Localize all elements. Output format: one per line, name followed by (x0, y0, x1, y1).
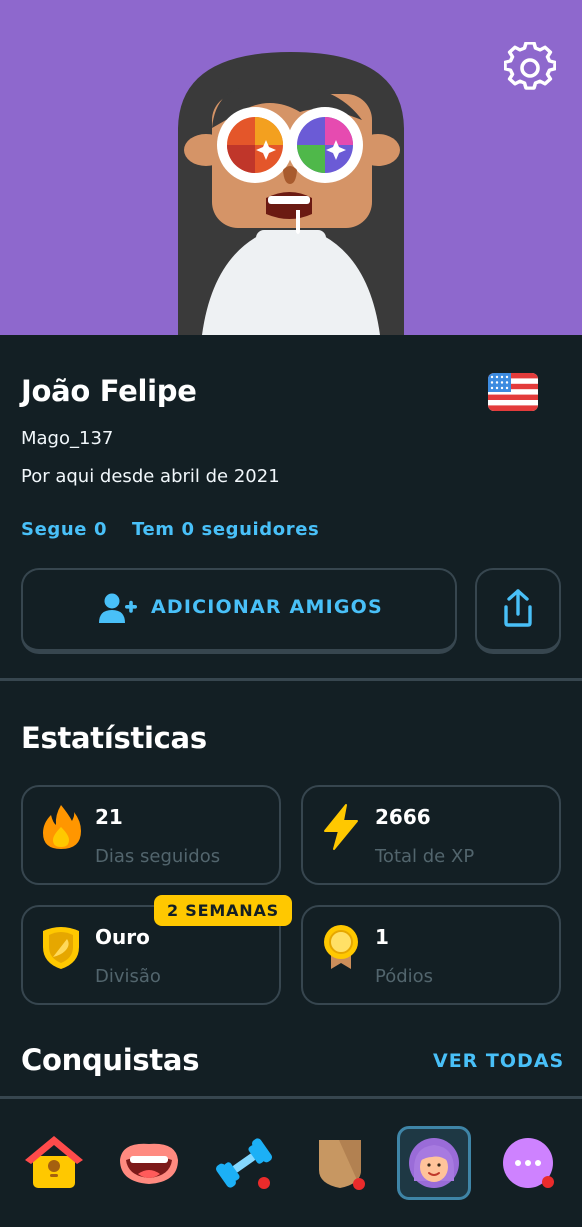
nav-leagues[interactable] (303, 1126, 377, 1200)
shield-icon (319, 1140, 365, 1190)
gold-league-icon (43, 927, 79, 969)
followers-link[interactable]: Tem 0 seguidores (132, 519, 319, 540)
stat-podiums: 1 Pódios (301, 905, 561, 1005)
more-icon (503, 1138, 554, 1188)
add-friends-label: ADICIONAR AMIGOS (151, 596, 383, 618)
stat-xp-value: 2666 (375, 805, 431, 829)
share-button[interactable] (475, 568, 561, 654)
gear-icon (503, 41, 557, 90)
profile-header (0, 0, 582, 335)
nav-more[interactable] (491, 1126, 565, 1200)
stat-podiums-label: Pódios (375, 966, 434, 987)
settings-button[interactable] (503, 41, 557, 94)
stats-title: Estatísticas (21, 721, 207, 755)
joined-date: Por aqui desde abril de 2021 (21, 466, 280, 487)
stat-streak: 21 Dias seguidos (21, 785, 281, 885)
stat-league-label: Divisão (95, 966, 161, 987)
nav-home[interactable] (17, 1126, 91, 1200)
add-friends-button[interactable]: ADICIONAR AMIGOS (21, 568, 457, 654)
share-icon (504, 589, 532, 627)
stat-streak-value: 21 (95, 805, 123, 829)
profile-name: João Felipe (21, 374, 197, 408)
following-link[interactable]: Segue 0 (21, 519, 107, 540)
stat-podiums-value: 1 (375, 925, 389, 949)
medal-icon (324, 925, 358, 969)
see-all-achievements-link[interactable]: VER TODAS (433, 1050, 564, 1072)
birdhouse-icon (25, 1136, 83, 1188)
nav-practice[interactable] (207, 1126, 281, 1200)
avatar-illustration (178, 52, 404, 335)
us-flag-icon[interactable] (488, 373, 538, 411)
dumbbell-icon (215, 1138, 273, 1189)
stat-xp-label: Total de XP (375, 846, 475, 867)
stat-streak-label: Dias seguidos (95, 846, 221, 867)
stat-xp: 2666 Total de XP (301, 785, 561, 885)
flame-icon (43, 805, 81, 849)
nav-speak[interactable] (112, 1126, 186, 1200)
section-divider (0, 678, 582, 681)
bottom-nav (0, 1096, 582, 1227)
mouth-icon (120, 1143, 178, 1184)
nav-profile[interactable] (397, 1126, 471, 1200)
stat-league-value: Ouro (95, 925, 150, 949)
achievements-title: Conquistas (21, 1043, 200, 1077)
league-weeks-badge: 2 SEMANAS (154, 895, 292, 926)
add-user-icon (99, 593, 137, 623)
avatar-icon (409, 1138, 459, 1188)
username: Mago_137 (21, 428, 114, 449)
lightning-icon (324, 804, 358, 850)
